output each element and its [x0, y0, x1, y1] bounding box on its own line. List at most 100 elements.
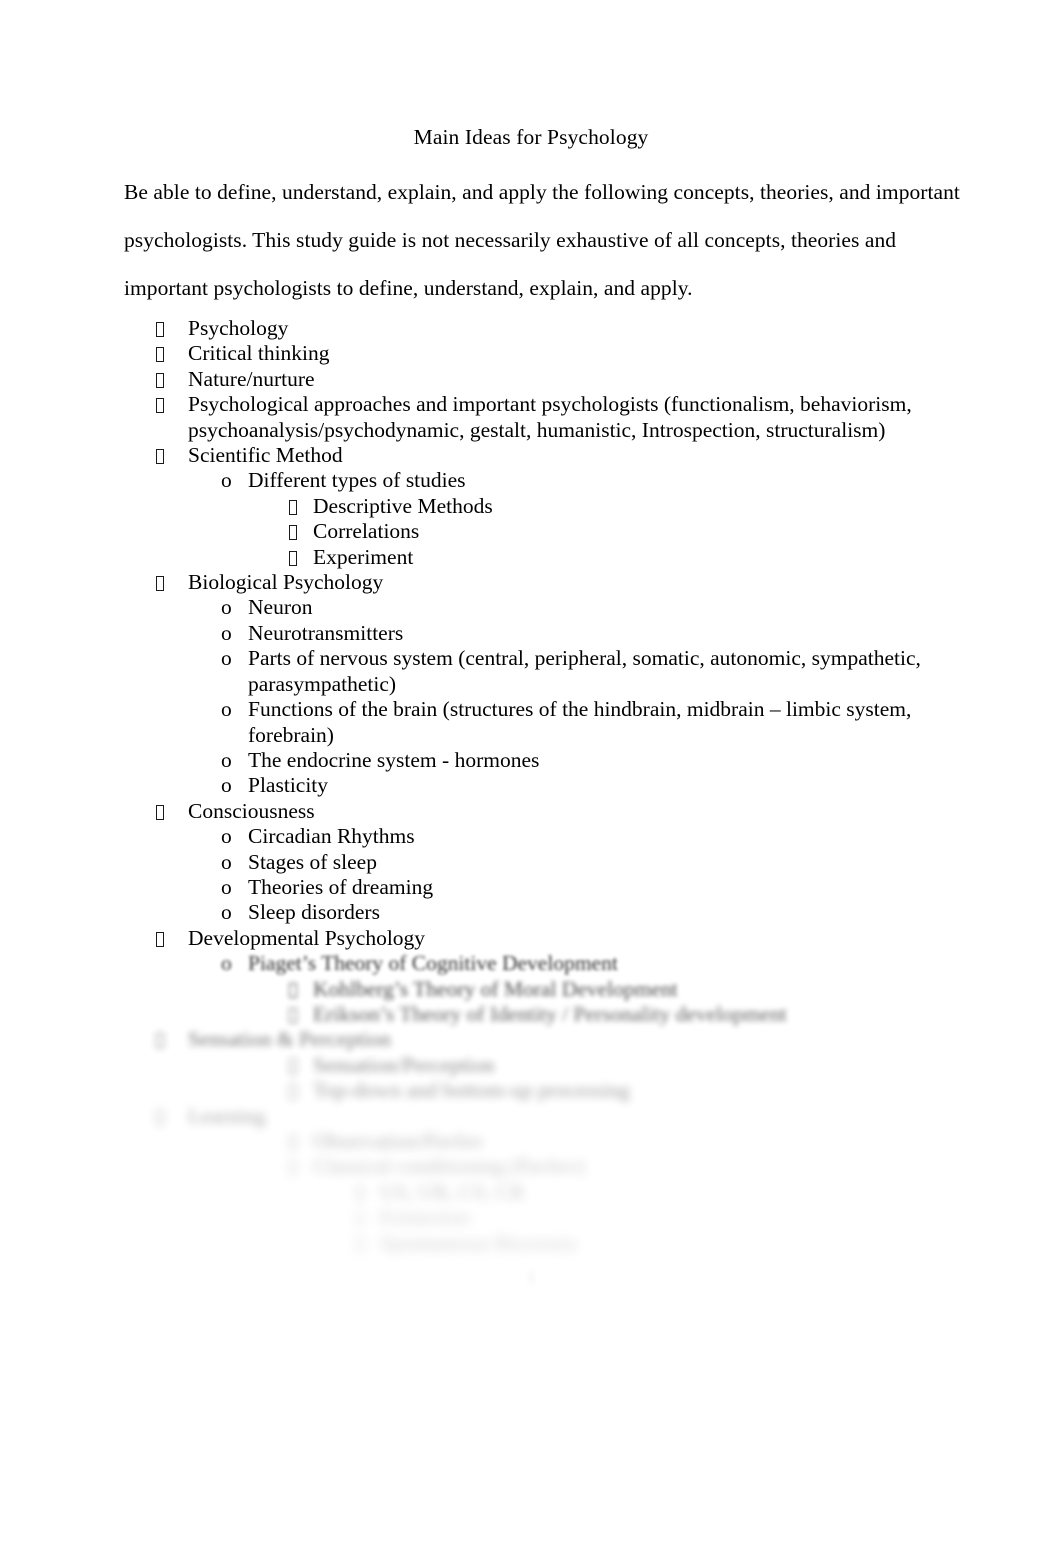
outline-item: Nature/nurture: [0, 367, 1062, 392]
missing-glyph-box-icon: [156, 372, 164, 388]
outline-item-label: Psychology: [188, 316, 289, 340]
missing-glyph-box-icon: [289, 1084, 297, 1100]
missing-glyph-box-icon: [156, 576, 164, 592]
outline-item-label: Classical conditioning (Pavlov): [313, 1154, 585, 1179]
outline-item-label: Correlations: [313, 519, 420, 544]
outline-item-label: Observation/Pavlov: [313, 1129, 484, 1153]
bullet-marker-missing-glyph-icon: [289, 494, 297, 519]
missing-glyph-box-icon: [289, 1160, 297, 1176]
outline-item-label: Developmental Psychology: [188, 925, 426, 950]
page-title: Main Ideas for Psychology: [413, 125, 649, 149]
page-sheet: Main Ideas for Psychology Be able to def…: [0, 0, 1062, 1561]
bullet-marker-letter-o: o: [221, 773, 232, 798]
outline-item-label: Top-down and bottom-up processing: [313, 1078, 630, 1103]
bullet-marker-letter-o: o: [221, 900, 232, 925]
bullet-marker-letter-o: o: [221, 849, 232, 874]
outline-item-label: Stages of sleep: [248, 849, 377, 874]
missing-glyph-box-icon: [356, 1211, 364, 1227]
missing-glyph-box-icon: [156, 347, 164, 363]
bullet-marker-letter-o: o: [221, 874, 232, 899]
intro-line-3: important psychologists to define, under…: [124, 276, 693, 300]
bullet-marker-letter-o: o: [221, 620, 232, 645]
outline-item-label: Sleep disorders: [248, 900, 380, 925]
bullet-marker-missing-glyph-icon: [289, 977, 297, 1002]
bullet-marker-letter-o: o: [221, 646, 232, 671]
outline-item-label: Theories of dreaming: [248, 874, 434, 899]
outline-item: o Theories of dreaming: [0, 875, 1062, 900]
intro-line-1: Be able to define, understand, explain, …: [124, 180, 960, 204]
outline-item-obscured: Classical conditioning (Pavlov): [0, 1154, 1062, 1179]
missing-glyph-box-icon: [356, 1236, 364, 1252]
bullet-marker-missing-glyph-icon: [156, 1104, 164, 1129]
outline-item-label: Experiment: [313, 544, 414, 569]
outline-item: o Plasticity: [0, 773, 1062, 798]
bullet-marker-missing-glyph-icon: [356, 1205, 364, 1230]
bullet-marker-missing-glyph-icon: [156, 926, 164, 951]
bullet-marker-missing-glyph-icon: [156, 799, 164, 824]
bullet-marker-missing-glyph-icon: [356, 1231, 364, 1256]
outline-item-label: Kohlberg’s Theory of Moral Development: [313, 976, 678, 1001]
outline-item: Psychological approaches and important p…: [0, 392, 1062, 443]
outline-item-label: Spontaneous Recovery: [380, 1230, 578, 1255]
missing-glyph-box-icon: [156, 1033, 164, 1049]
outline-item-label: Descriptive Methods: [313, 493, 493, 518]
outline-item-label: Neuron: [248, 595, 313, 620]
outline-item-label: Sensation/Perception: [313, 1052, 495, 1077]
bullet-marker-letter-o: o: [221, 468, 232, 493]
missing-glyph-box-icon: [156, 398, 164, 414]
outline-item: Critical thinking: [0, 341, 1062, 366]
bullet-marker-missing-glyph-icon: [156, 367, 164, 392]
outline-item-label: US, UR, CS, CR: [380, 1179, 525, 1204]
missing-glyph-box-icon: [289, 1135, 297, 1150]
missing-glyph-box-icon: [156, 804, 164, 820]
outline-item-label: Erikson’s Theory of Identity / Personali…: [313, 1001, 787, 1026]
bullet-marker-missing-glyph-icon: [156, 392, 164, 417]
intro-line-2: psychologists. This study guide is not n…: [124, 228, 897, 252]
bullet-marker-missing-glyph-icon: [356, 1180, 364, 1205]
bullet-marker-missing-glyph-icon: [289, 1002, 297, 1027]
outline-item-label: Biological Psychology: [188, 570, 384, 595]
outline-item: Scientific Method: [0, 443, 1062, 468]
page-number: 1: [526, 1267, 536, 1288]
missing-glyph-box-icon: [156, 322, 164, 337]
outline-item: Consciousness: [0, 799, 1062, 824]
outline-item: Correlations: [0, 519, 1062, 544]
outline-item-obscured: Extinction: [0, 1205, 1062, 1230]
outline-item-label: Learning: [188, 1103, 266, 1128]
missing-glyph-box-icon: [156, 1109, 164, 1125]
outline-item-obscured: Sensation/Perception: [0, 1053, 1062, 1078]
bullet-marker-missing-glyph-icon: [289, 519, 297, 544]
outline-item: Developmental Psychology: [0, 926, 1062, 951]
outline-item-label: Functions of the brain (structures of th…: [248, 697, 912, 747]
bullet-marker-missing-glyph-icon: [156, 1027, 164, 1052]
outline-item-obscured: Top-down and bottom-up processing: [0, 1078, 1062, 1103]
missing-glyph-box-icon: [289, 525, 297, 541]
missing-glyph-box-icon: [289, 982, 297, 998]
bullet-marker-missing-glyph-icon: [156, 570, 164, 595]
missing-glyph-box-icon: [156, 449, 164, 465]
outline-item-obscured: US, UR, CS, CR: [0, 1180, 1062, 1205]
outline-item-label: The endocrine system - hormones: [248, 747, 540, 772]
missing-glyph-box-icon: [289, 550, 297, 566]
outline-item-label: Nature/nurture: [188, 366, 315, 391]
outline-item-label: Extinction: [380, 1205, 470, 1230]
bullet-marker-missing-glyph-icon: [289, 1129, 297, 1154]
outline-item-obscured: Spontaneous Recovery: [0, 1231, 1062, 1256]
outline-item-label: Neurotransmitters: [248, 620, 404, 645]
outline-item-obscured: Erikson’s Theory of Identity / Personali…: [0, 1002, 1062, 1027]
outline-item-label: Parts of nervous system (central, periph…: [248, 646, 921, 696]
missing-glyph-box-icon: [289, 1007, 297, 1023]
outline-item-obscured: Sensation & Perception: [0, 1027, 1062, 1052]
outline-item: Biological Psychology: [0, 570, 1062, 595]
outline-item: o Different types of studies: [0, 468, 1062, 493]
outline-item-label: Scientific Method: [188, 443, 343, 468]
outline-item-obscured: Observation/Pavlov: [0, 1129, 1062, 1154]
outline-item: Descriptive Methods: [0, 494, 1062, 519]
outline-item: o Stages of sleep: [0, 850, 1062, 875]
outline-item-label: Psychological approaches and important p…: [188, 392, 912, 442]
outline-item-obscured: Kohlberg’s Theory of Moral Development: [0, 977, 1062, 1002]
document-page: Main Ideas for Psychology Be able to def…: [0, 0, 1062, 1561]
outline-item: o Sleep disorders: [0, 900, 1062, 925]
outline-item: o Circadian Rhythms: [0, 824, 1062, 849]
outline-item-obscured: Learning: [0, 1104, 1062, 1129]
